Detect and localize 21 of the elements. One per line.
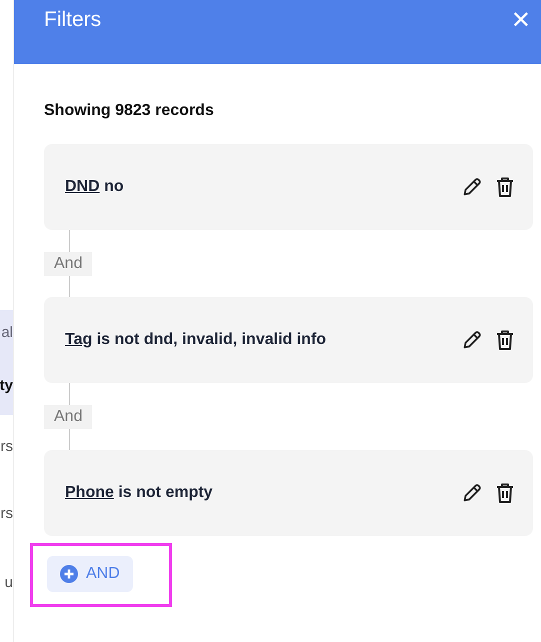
- truncated-label: al: [1, 323, 13, 343]
- edit-icon[interactable]: [461, 482, 483, 504]
- edit-icon[interactable]: [461, 329, 483, 351]
- truncated-label: rs: [0, 437, 13, 457]
- filter-rule: DND no: [65, 178, 124, 196]
- records-count: Showing 9823 records: [44, 102, 215, 120]
- filter-rule: Tag is not dnd, invalid, invalid info: [65, 331, 326, 349]
- delete-icon[interactable]: [495, 482, 515, 504]
- truncated-label: rs: [0, 504, 13, 524]
- delete-icon[interactable]: [495, 176, 515, 198]
- truncated-label: u: [4, 573, 13, 593]
- filter-rule: Phone is not empty: [65, 484, 213, 502]
- and-connector: And: [44, 252, 92, 276]
- edit-icon[interactable]: [461, 176, 483, 198]
- plus-circle-icon: [60, 565, 78, 583]
- truncated-label: ty: [0, 376, 13, 396]
- close-button[interactable]: ✕: [510, 6, 531, 34]
- panel-title: Filters: [44, 8, 102, 32]
- and-connector: And: [44, 404, 92, 428]
- delete-icon[interactable]: [495, 329, 515, 351]
- add-and-button[interactable]: AND: [47, 556, 133, 592]
